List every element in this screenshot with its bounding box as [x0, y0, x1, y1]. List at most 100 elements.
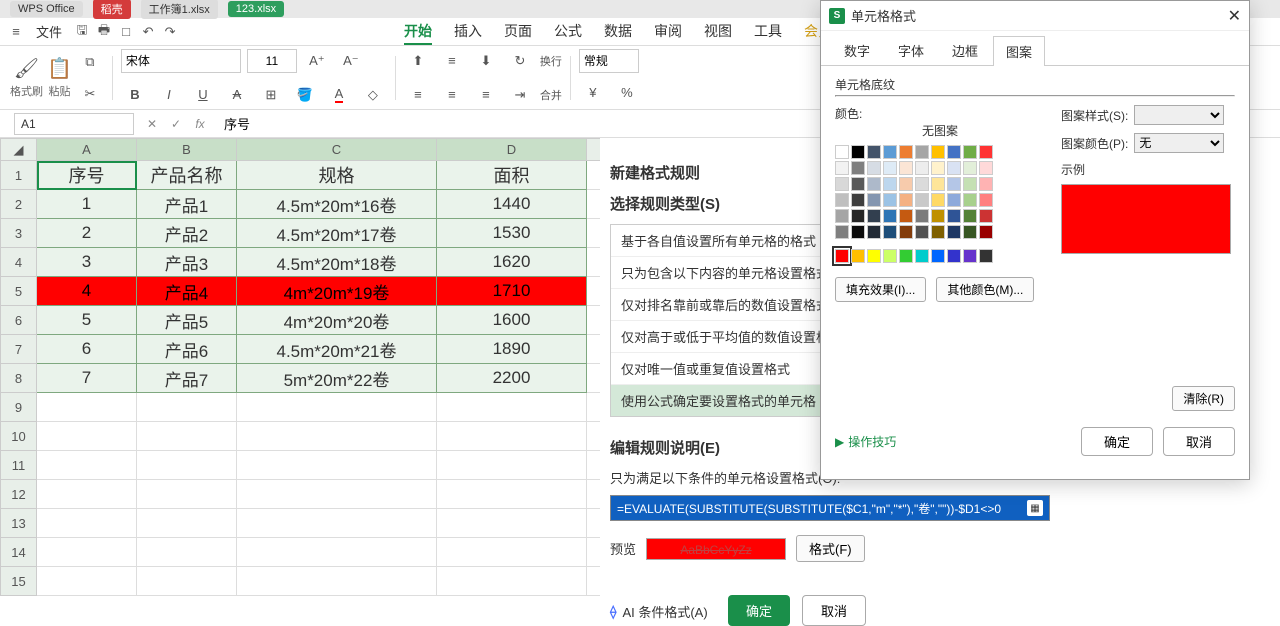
tips-link[interactable]: ▶ 操作技巧 — [835, 433, 896, 450]
row-header[interactable]: 12 — [1, 480, 37, 509]
cell[interactable] — [437, 451, 587, 480]
row-header[interactable]: 4 — [1, 248, 37, 277]
cell[interactable]: 产品2 — [137, 219, 237, 248]
tab-tools[interactable]: 工具 — [754, 19, 782, 45]
color-swatch[interactable] — [979, 249, 993, 263]
redo-icon[interactable]: ↷ — [162, 24, 178, 40]
color-swatch[interactable] — [947, 209, 961, 223]
color-swatch[interactable] — [947, 249, 961, 263]
percent-icon[interactable]: % — [613, 79, 641, 107]
doc-tab[interactable]: WPS Office — [10, 1, 83, 17]
color-swatch[interactable] — [883, 249, 897, 263]
cell[interactable] — [237, 393, 437, 422]
cell[interactable] — [37, 538, 137, 567]
cancel-button[interactable]: 取消 — [802, 595, 866, 626]
color-swatch[interactable] — [851, 249, 865, 263]
bold-icon[interactable]: B — [121, 81, 149, 109]
color-swatch[interactable] — [899, 145, 913, 159]
color-swatch[interactable] — [979, 209, 993, 223]
cell[interactable]: 4.5m*20m*18卷 — [237, 248, 437, 277]
color-swatch[interactable] — [899, 193, 913, 207]
border-icon[interactable]: ⊞ — [257, 81, 285, 109]
row-header[interactable]: 11 — [1, 451, 37, 480]
tab-font[interactable]: 字体 — [885, 35, 937, 65]
cell[interactable] — [437, 393, 587, 422]
row-header[interactable]: 7 — [1, 335, 37, 364]
cell[interactable] — [237, 567, 437, 596]
file-menu[interactable]: 文件 — [30, 22, 68, 41]
color-swatch[interactable] — [963, 225, 977, 239]
cell[interactable] — [37, 422, 137, 451]
color-swatch[interactable] — [851, 145, 865, 159]
tab-formula[interactable]: 公式 — [554, 19, 582, 45]
tab-border[interactable]: 边框 — [939, 35, 991, 65]
cell[interactable] — [437, 538, 587, 567]
print-icon[interactable]: 🖶 — [96, 24, 112, 40]
cell[interactable]: 产品7 — [137, 364, 237, 393]
color-swatch[interactable] — [835, 177, 849, 191]
color-swatch[interactable] — [899, 161, 913, 175]
dialog-titlebar[interactable]: S 单元格格式 ✕ — [821, 1, 1249, 31]
row-header[interactable]: 6 — [1, 306, 37, 335]
pattern-color-select[interactable]: 无 — [1134, 133, 1224, 153]
color-swatch[interactable] — [963, 249, 977, 263]
color-swatch[interactable] — [963, 193, 977, 207]
color-swatch[interactable] — [899, 249, 913, 263]
row-header[interactable]: 10 — [1, 422, 37, 451]
cell[interactable]: 产品5 — [137, 306, 237, 335]
cell[interactable] — [37, 393, 137, 422]
ok-button[interactable]: 确定 — [728, 595, 790, 626]
color-swatch[interactable] — [915, 161, 929, 175]
cell[interactable]: 1710 — [437, 277, 587, 306]
decrease-font-icon[interactable]: A⁻ — [337, 47, 365, 75]
cell[interactable]: 规格 — [237, 161, 437, 190]
dialog-cancel-button[interactable]: 取消 — [1163, 427, 1235, 456]
cell[interactable] — [137, 509, 237, 538]
color-swatch[interactable] — [835, 209, 849, 223]
cell[interactable] — [137, 451, 237, 480]
paste-group[interactable]: 📋 粘贴 — [47, 56, 72, 99]
color-swatch[interactable] — [851, 177, 865, 191]
color-swatch[interactable] — [835, 145, 849, 159]
align-center-icon[interactable]: ≡ — [438, 81, 466, 109]
increase-font-icon[interactable]: A⁺ — [303, 47, 331, 75]
cell[interactable] — [37, 480, 137, 509]
cell[interactable] — [37, 509, 137, 538]
tab-home[interactable]: 开始 — [404, 19, 432, 45]
clear-format-icon[interactable]: ◇ — [359, 81, 387, 109]
color-swatch[interactable] — [931, 249, 945, 263]
cell[interactable]: 面积 — [437, 161, 587, 190]
cell[interactable]: 产品1 — [137, 190, 237, 219]
cell[interactable]: 2200 — [437, 364, 587, 393]
color-swatch[interactable] — [883, 209, 897, 223]
cell[interactable] — [237, 451, 437, 480]
color-swatch[interactable] — [979, 145, 993, 159]
cell[interactable]: 1 — [37, 190, 137, 219]
color-swatch[interactable] — [963, 209, 977, 223]
color-swatch[interactable] — [931, 209, 945, 223]
cell[interactable]: 1600 — [437, 306, 587, 335]
cell[interactable]: 4 — [37, 277, 137, 306]
color-swatch[interactable] — [915, 249, 929, 263]
color-swatch[interactable] — [883, 225, 897, 239]
preview-icon[interactable]: □ — [118, 24, 134, 40]
color-swatch[interactable] — [915, 209, 929, 223]
cell[interactable]: 产品6 — [137, 335, 237, 364]
color-swatch[interactable] — [979, 193, 993, 207]
confirm-formula-icon[interactable]: ✓ — [166, 114, 186, 134]
menu-icon[interactable]: ≡ — [8, 24, 24, 40]
color-swatch[interactable] — [963, 161, 977, 175]
cell[interactable]: 1620 — [437, 248, 587, 277]
orientation-icon[interactable]: ↻ — [506, 47, 534, 75]
color-swatch[interactable] — [931, 193, 945, 207]
formula-field[interactable]: =EVALUATE(SUBSTITUTE(SUBSTITUTE($C1,"m",… — [610, 495, 1050, 521]
color-swatch[interactable] — [867, 209, 881, 223]
fill-color-icon[interactable]: 🪣 — [291, 81, 319, 109]
cell[interactable]: 产品名称 — [137, 161, 237, 190]
color-swatch[interactable] — [867, 225, 881, 239]
row-header[interactable]: 2 — [1, 190, 37, 219]
font-size-select[interactable] — [247, 49, 297, 73]
format-button[interactable]: 格式(F) — [796, 535, 865, 562]
tab-pattern[interactable]: 图案 — [993, 36, 1045, 66]
row-header[interactable]: 8 — [1, 364, 37, 393]
